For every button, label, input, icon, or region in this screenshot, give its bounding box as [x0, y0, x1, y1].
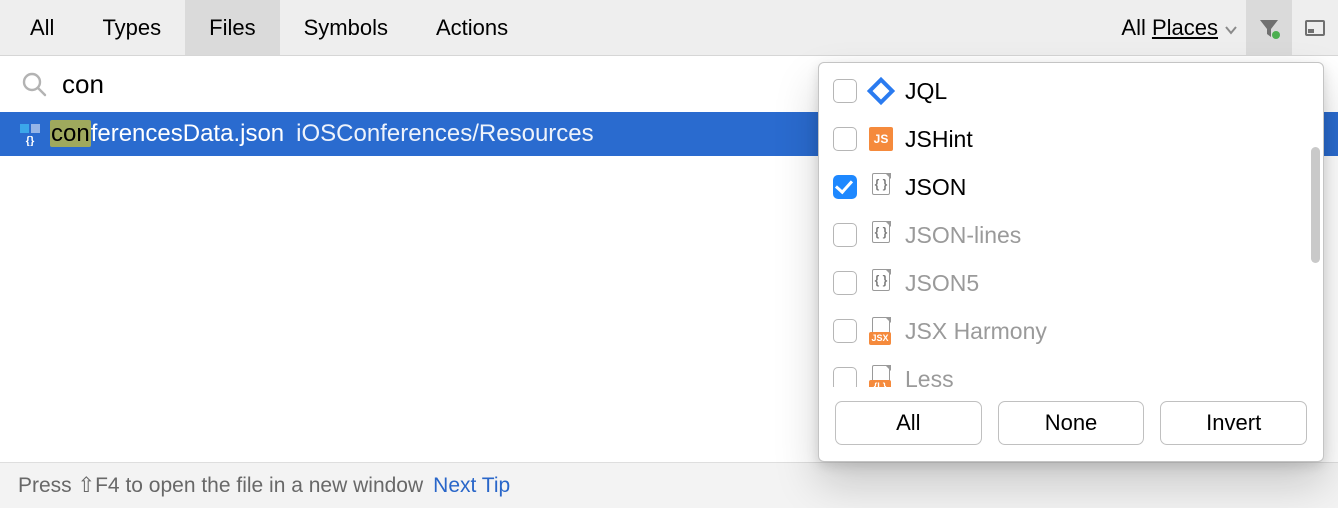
- filetype-option[interactable]: { } JSON-lines: [819, 211, 1323, 259]
- search-tabs: All Types Files Symbols Actions All Plac…: [0, 0, 1338, 56]
- checkbox[interactable]: [833, 79, 857, 103]
- json5-icon: { }: [869, 269, 893, 297]
- search-icon: [20, 70, 48, 98]
- tab-all[interactable]: All: [6, 0, 78, 55]
- json-file-icon: {}: [18, 122, 42, 146]
- filetype-filter-popup: JQL JS JSHint { } JSON { } JSON-lines: [818, 62, 1324, 462]
- checkbox[interactable]: [833, 223, 857, 247]
- jql-icon: [869, 77, 893, 105]
- tab-files[interactable]: Files: [185, 0, 279, 55]
- tab-symbols[interactable]: Symbols: [280, 0, 412, 55]
- jsx-icon: JSX: [869, 317, 893, 345]
- jshint-icon: JS: [869, 125, 893, 153]
- checkbox[interactable]: [833, 271, 857, 295]
- tab-actions[interactable]: Actions: [412, 0, 532, 55]
- result-path: iOSConferences/Resources: [296, 120, 593, 148]
- filter-button[interactable]: [1246, 0, 1292, 55]
- checkbox[interactable]: [833, 319, 857, 343]
- filetype-option[interactable]: {L} Less: [819, 355, 1323, 387]
- filter-all-button[interactable]: All: [835, 401, 982, 445]
- json-icon: { }: [869, 173, 893, 201]
- toolwindow-icon: [1305, 18, 1325, 38]
- filter-action-bar: All None Invert: [819, 387, 1323, 461]
- less-icon: {L}: [869, 365, 893, 387]
- filetype-option[interactable]: { } JSON: [819, 163, 1323, 211]
- tab-types[interactable]: Types: [78, 0, 185, 55]
- result-filename: conferencesData.json: [50, 120, 284, 148]
- checkbox[interactable]: [833, 367, 857, 387]
- filetype-option[interactable]: JS JSHint: [819, 115, 1323, 163]
- filetype-list: JQL JS JSHint { } JSON { } JSON-lines: [819, 63, 1323, 387]
- footer-tip: Press ⇧F4 to open the file in a new wind…: [0, 462, 1338, 508]
- checkbox[interactable]: [833, 127, 857, 151]
- checkbox[interactable]: [833, 175, 857, 199]
- next-tip-link[interactable]: Next Tip: [433, 474, 510, 498]
- funnel-icon: [1257, 16, 1281, 40]
- svg-text:{}: {}: [26, 135, 35, 146]
- filter-invert-button[interactable]: Invert: [1160, 401, 1307, 445]
- scrollbar-thumb[interactable]: [1311, 147, 1320, 263]
- jsonlines-icon: { }: [869, 221, 893, 249]
- scope-dropdown[interactable]: All Places: [1107, 0, 1246, 55]
- filetype-option[interactable]: { } JSON5: [819, 259, 1323, 307]
- chevron-down-icon: [1224, 23, 1238, 37]
- filetype-option[interactable]: JQL: [819, 67, 1323, 115]
- filter-none-button[interactable]: None: [998, 401, 1145, 445]
- open-as-toolwindow-button[interactable]: [1292, 0, 1338, 55]
- filetype-option[interactable]: JSX JSX Harmony: [819, 307, 1323, 355]
